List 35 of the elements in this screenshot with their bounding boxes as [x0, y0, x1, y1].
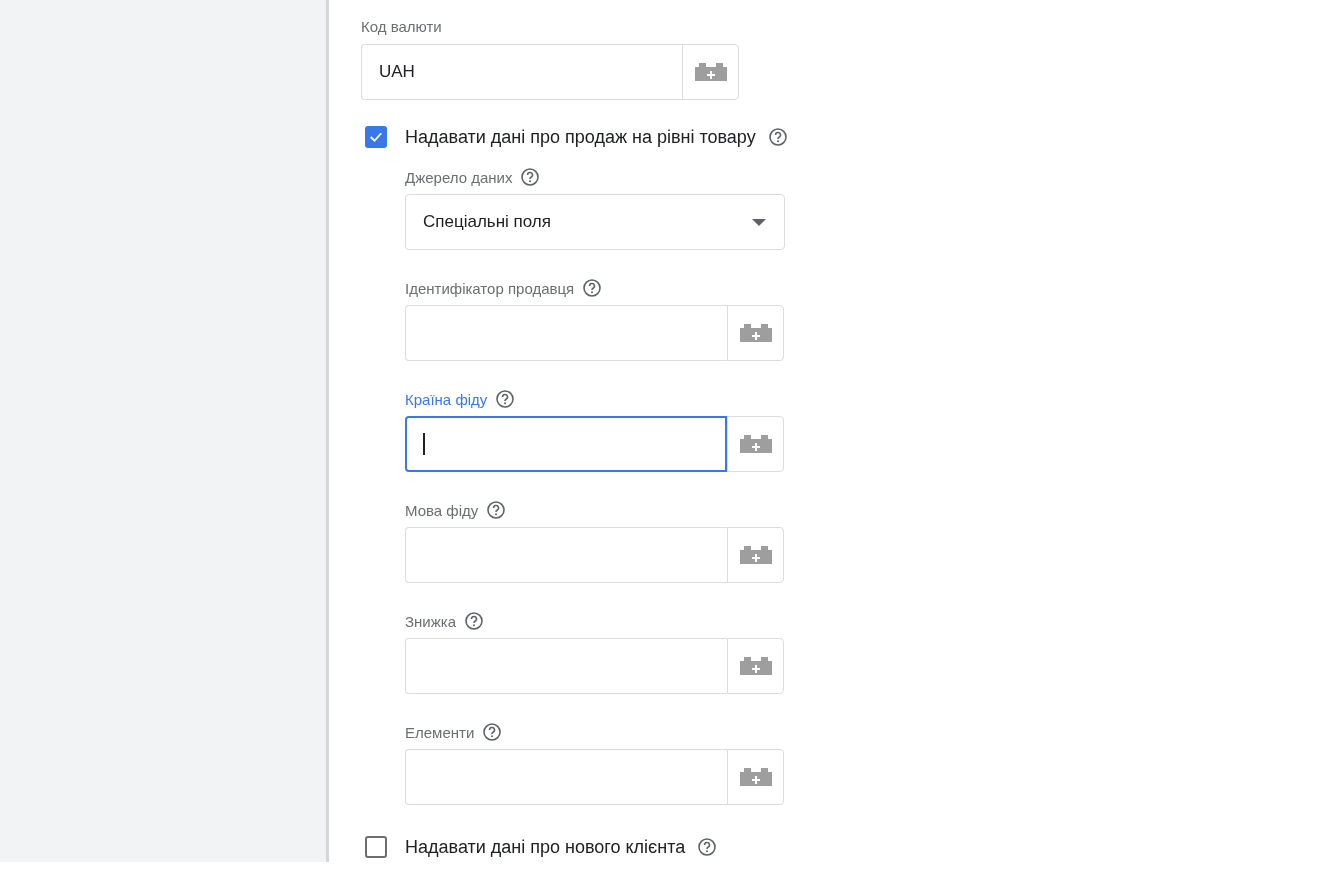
help-icon[interactable]	[697, 837, 718, 857]
help-icon[interactable]	[520, 167, 541, 187]
variable-button[interactable]	[727, 638, 784, 694]
field-label: Ідентифікатор продавця	[405, 279, 575, 297]
variable-button[interactable]	[682, 44, 739, 100]
help-icon[interactable]	[582, 278, 603, 298]
field-label: Країна фіду	[405, 390, 488, 408]
brick-plus-icon	[739, 657, 772, 675]
checkbox-label: Надавати дані про нового клієнта	[405, 836, 686, 858]
input-field[interactable]	[405, 416, 727, 472]
field-label: Елементи	[405, 723, 475, 741]
help-icon[interactable]	[767, 127, 788, 147]
brick-plus-icon	[694, 63, 727, 81]
brick-plus-icon	[739, 324, 772, 342]
field-label: Знижка	[405, 612, 456, 630]
checkbox-label: Надавати дані про продаж на рівні товару	[405, 126, 756, 148]
checkbox[interactable]	[365, 836, 387, 858]
brick-plus-icon	[739, 768, 772, 786]
variable-button[interactable]	[727, 527, 784, 583]
input-field[interactable]: UAH	[361, 44, 682, 100]
help-icon[interactable]	[486, 500, 507, 520]
help-icon[interactable]	[482, 722, 503, 742]
dropdown[interactable]: Спеціальні поля	[405, 194, 785, 250]
brick-plus-icon	[739, 435, 772, 453]
field-label: Код валюти	[361, 17, 443, 37]
help-icon[interactable]	[464, 611, 484, 631]
brick-plus-icon	[739, 546, 772, 564]
field-label: Мова фіду	[405, 501, 479, 519]
checkbox[interactable]	[365, 126, 387, 148]
field-label: Джерело даних	[405, 168, 513, 186]
help-icon[interactable]	[495, 389, 516, 409]
variable-button[interactable]	[727, 416, 784, 472]
variable-button[interactable]	[727, 749, 784, 805]
variable-button[interactable]	[727, 305, 784, 361]
caret-icon	[752, 218, 766, 226]
